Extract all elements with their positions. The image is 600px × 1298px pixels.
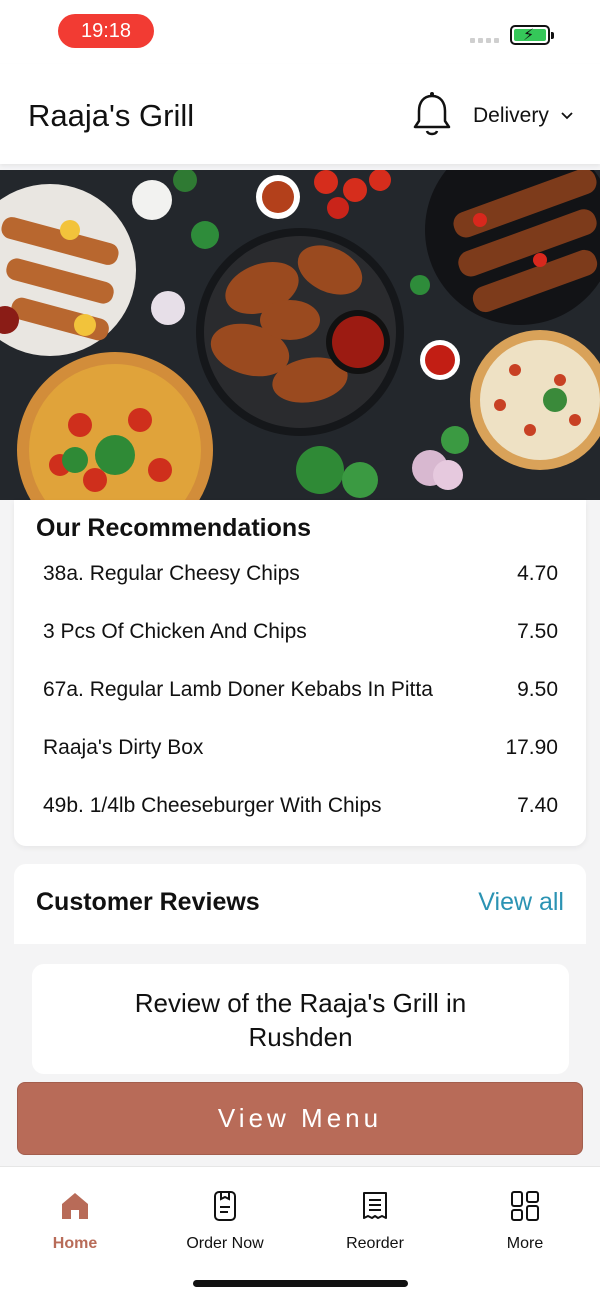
item-name: 38a. Regular Cheesy Chips xyxy=(43,562,300,585)
battery-icon: ⚡ xyxy=(510,25,554,45)
delivery-mode-label: Delivery xyxy=(473,104,549,127)
home-icon xyxy=(62,1193,88,1219)
item-name: Raaja's Dirty Box xyxy=(43,736,204,759)
review-title: Review of the Raaja's Grill in Rushden xyxy=(134,988,467,1052)
item-name: 3 Pcs Of Chicken And Chips xyxy=(43,620,307,643)
recommendations-title: Our Recommendations xyxy=(36,514,312,542)
view-menu-button[interactable]: View Menu xyxy=(17,1082,583,1155)
list-item[interactable]: 49b. 1/4lb Cheeseburger With Chips 7.40 xyxy=(14,780,586,838)
list-item[interactable]: Raaja's Dirty Box 17.90 xyxy=(14,722,586,780)
nav-label: Reorder xyxy=(346,1235,404,1252)
app-header: Raaja's Grill Delivery xyxy=(0,64,600,164)
status-bar: 19:18 ⚡ xyxy=(0,0,600,64)
home-indicator xyxy=(193,1280,408,1287)
list-item[interactable]: 67a. Regular Lamb Doner Kebabs In Pitta … xyxy=(14,664,586,722)
status-time: 19:18 xyxy=(58,14,154,48)
item-price: 4.70 xyxy=(517,562,558,585)
recommendations-card: Our Recommendations 38a. Regular Cheesy … xyxy=(14,500,586,846)
item-price: 7.40 xyxy=(517,794,558,817)
view-all-link[interactable]: View all xyxy=(478,888,564,917)
signal-icon xyxy=(470,38,499,43)
item-name: 49b. 1/4lb Cheeseburger With Chips xyxy=(43,794,382,817)
reviews-header: Customer Reviews View all xyxy=(14,864,586,944)
item-price: 9.50 xyxy=(517,678,558,701)
reviews-title: Customer Reviews xyxy=(36,888,260,916)
item-price: 17.90 xyxy=(505,736,558,759)
list-item[interactable]: 38a. Regular Cheesy Chips 4.70 xyxy=(14,548,586,606)
item-name: 67a. Regular Lamb Doner Kebabs In Pitta xyxy=(43,678,433,701)
review-card[interactable]: Review of the Raaja's Grill in Rushden xyxy=(32,964,569,1074)
delivery-mode-dropdown[interactable]: Delivery xyxy=(473,104,573,128)
nav-item-reorder[interactable]: Reorder xyxy=(315,1189,435,1253)
nav-item-home[interactable]: Home xyxy=(15,1189,135,1253)
hero-food-image xyxy=(0,170,600,500)
nav-label: More xyxy=(506,1235,544,1252)
grid-icon xyxy=(511,1191,539,1221)
item-price: 7.50 xyxy=(517,620,558,643)
receipt-icon xyxy=(363,1192,387,1219)
nav-item-order-now[interactable]: Order Now xyxy=(165,1189,285,1253)
bell-icon[interactable] xyxy=(410,90,454,140)
chevron-down-icon xyxy=(561,112,573,120)
list-item[interactable]: 3 Pcs Of Chicken And Chips 7.50 xyxy=(14,606,586,664)
nav-label: Home xyxy=(52,1235,98,1252)
nav-item-more[interactable]: More xyxy=(465,1189,585,1253)
bottom-nav: Home Order Now Reorder More xyxy=(0,1166,600,1298)
app-title: Raaja's Grill xyxy=(28,98,195,133)
order-icon xyxy=(214,1191,236,1221)
nav-label: Order Now xyxy=(186,1235,264,1252)
